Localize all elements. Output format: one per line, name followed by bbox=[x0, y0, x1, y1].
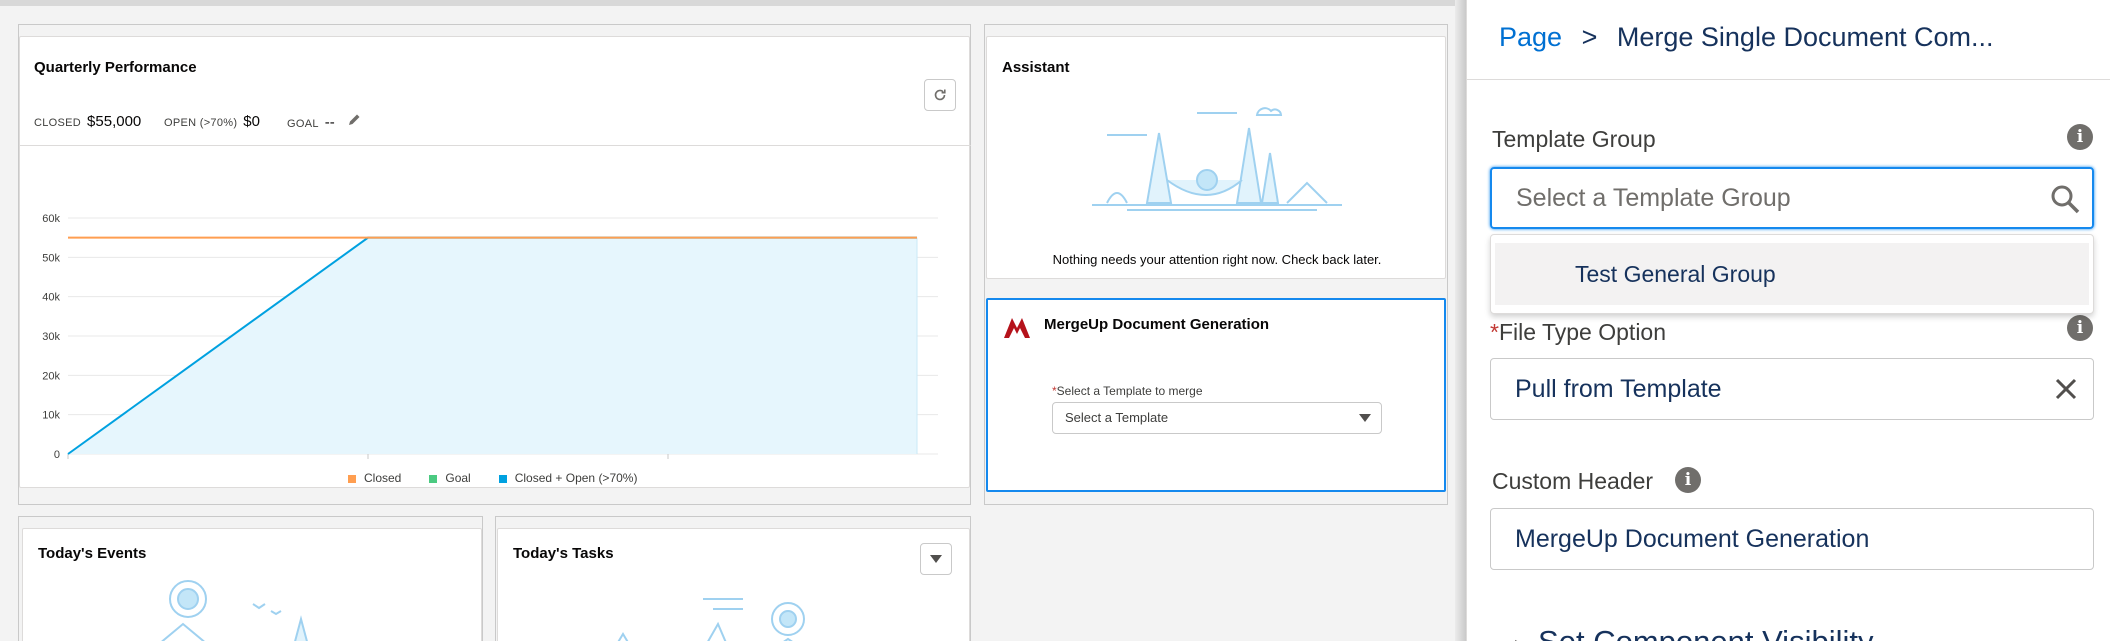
refresh-icon bbox=[934, 89, 946, 101]
quarterly-performance-card: Quarterly Performance CLOSED $55,000 OPE… bbox=[19, 36, 971, 488]
assistant-message: Nothing needs your attention right now. … bbox=[1052, 252, 1382, 267]
card-title: Today's Tasks bbox=[513, 545, 614, 562]
template-select-label: *Select a Template to merge bbox=[1052, 384, 1203, 398]
property-panel: Page > Merge Single Document Com... Temp… bbox=[1466, 0, 2110, 641]
y-tick-label: 40k bbox=[42, 292, 60, 304]
tasks-illustration bbox=[617, 598, 805, 641]
card-title: Assistant bbox=[1002, 59, 1070, 76]
file-type-input[interactable]: Pull from Template bbox=[1490, 358, 2094, 420]
breadcrumb-current: Merge Single Document Com... bbox=[1616, 22, 1994, 52]
chevron-right-icon: ▸ bbox=[1515, 633, 1524, 641]
header-divider bbox=[1467, 79, 2110, 80]
assistant-card: Assistant Nothing needs your attention r… bbox=[986, 36, 1446, 279]
close-icon[interactable] bbox=[2055, 378, 2077, 400]
chart-legend: Closed Goal Closed + Open (>70%) bbox=[348, 471, 637, 485]
goal-label: GOAL bbox=[287, 118, 319, 130]
x-tick-label: May bbox=[357, 460, 380, 462]
divider bbox=[20, 145, 971, 146]
goal-metric: GOAL -- bbox=[287, 113, 361, 131]
legend-item-goal: Goal bbox=[429, 471, 471, 485]
mergeup-card[interactable]: MergeUp Document Generation *Select a Te… bbox=[986, 298, 1446, 492]
info-icon[interactable]: i bbox=[2067, 124, 2093, 150]
todays-tasks-card: Today's Tasks bbox=[497, 528, 970, 641]
y-tick-label: 30k bbox=[42, 331, 60, 343]
canvas-edge bbox=[1455, 0, 1466, 641]
closed-label: CLOSED bbox=[34, 117, 82, 129]
events-illustration bbox=[161, 580, 308, 641]
file-type-label: *File Type Option bbox=[1490, 319, 1667, 345]
card-title: Today's Events bbox=[38, 545, 147, 562]
refresh-button[interactable] bbox=[924, 79, 956, 111]
chevron-down-icon bbox=[930, 555, 942, 563]
legend-item-closed: Closed bbox=[348, 471, 401, 485]
y-tick-label: 10k bbox=[42, 410, 60, 422]
x-tick-label: Jun bbox=[658, 460, 677, 462]
breadcrumb-page-link[interactable]: Page bbox=[1499, 22, 1562, 52]
search-icon bbox=[2051, 185, 2080, 214]
dropdown-option[interactable]: Test General Group bbox=[1495, 243, 2089, 305]
info-icon[interactable]: i bbox=[2067, 315, 2093, 341]
y-tick-label: 20k bbox=[42, 370, 60, 382]
goal-value: -- bbox=[324, 114, 335, 131]
closed-metric: CLOSED $55,000 bbox=[34, 113, 141, 130]
y-tick-label: 50k bbox=[42, 252, 60, 264]
custom-header-label: Custom Header bbox=[1492, 468, 1654, 494]
legend-item-open: Closed + Open (>70%) bbox=[498, 471, 637, 485]
info-icon[interactable]: i bbox=[1675, 467, 1701, 493]
template-select[interactable]: Select a Template bbox=[1052, 402, 1382, 434]
closed-value: $55,000 bbox=[87, 113, 142, 130]
x-tick-label: Apr bbox=[62, 460, 81, 462]
todays-events-card: Today's Events bbox=[22, 528, 482, 641]
y-tick-label: 60k bbox=[42, 213, 60, 225]
y-tick-label: 0 bbox=[54, 449, 60, 461]
open-metric: OPEN (>70%) $0 bbox=[164, 113, 260, 130]
tasks-menu-button[interactable] bbox=[920, 543, 952, 575]
custom-header-input[interactable]: MergeUp Document Generation bbox=[1490, 508, 2094, 570]
card-title: MergeUp Document Generation bbox=[1044, 316, 1270, 333]
component-visibility-section[interactable]: ▸Set Component Visibility bbox=[1515, 624, 1873, 641]
edit-pencil-icon[interactable] bbox=[347, 113, 361, 127]
template-group-search-input[interactable]: Select a Template Group bbox=[1490, 167, 2094, 229]
mergeup-logo-icon bbox=[1004, 318, 1030, 338]
breadcrumb-separator: > bbox=[1581, 22, 1598, 52]
template-group-label: Template Group bbox=[1492, 126, 1656, 152]
open-area bbox=[68, 237, 917, 454]
template-group-dropdown: Test General Group bbox=[1490, 234, 2094, 314]
open-label: OPEN (>70%) bbox=[164, 117, 238, 129]
breadcrumb: Page > Merge Single Document Com... bbox=[1499, 22, 1994, 53]
hammock-illustration bbox=[1092, 107, 1342, 211]
card-title: Quarterly Performance bbox=[34, 59, 197, 76]
page-canvas: Quarterly Performance CLOSED $55,000 OPE… bbox=[0, 0, 1466, 641]
chevron-down-icon bbox=[1359, 414, 1371, 422]
open-value: $0 bbox=[243, 113, 260, 130]
quarterly-chart: 0 10k 20k 30k 40k 50k 60k Apr May Jun bbox=[42, 213, 938, 462]
